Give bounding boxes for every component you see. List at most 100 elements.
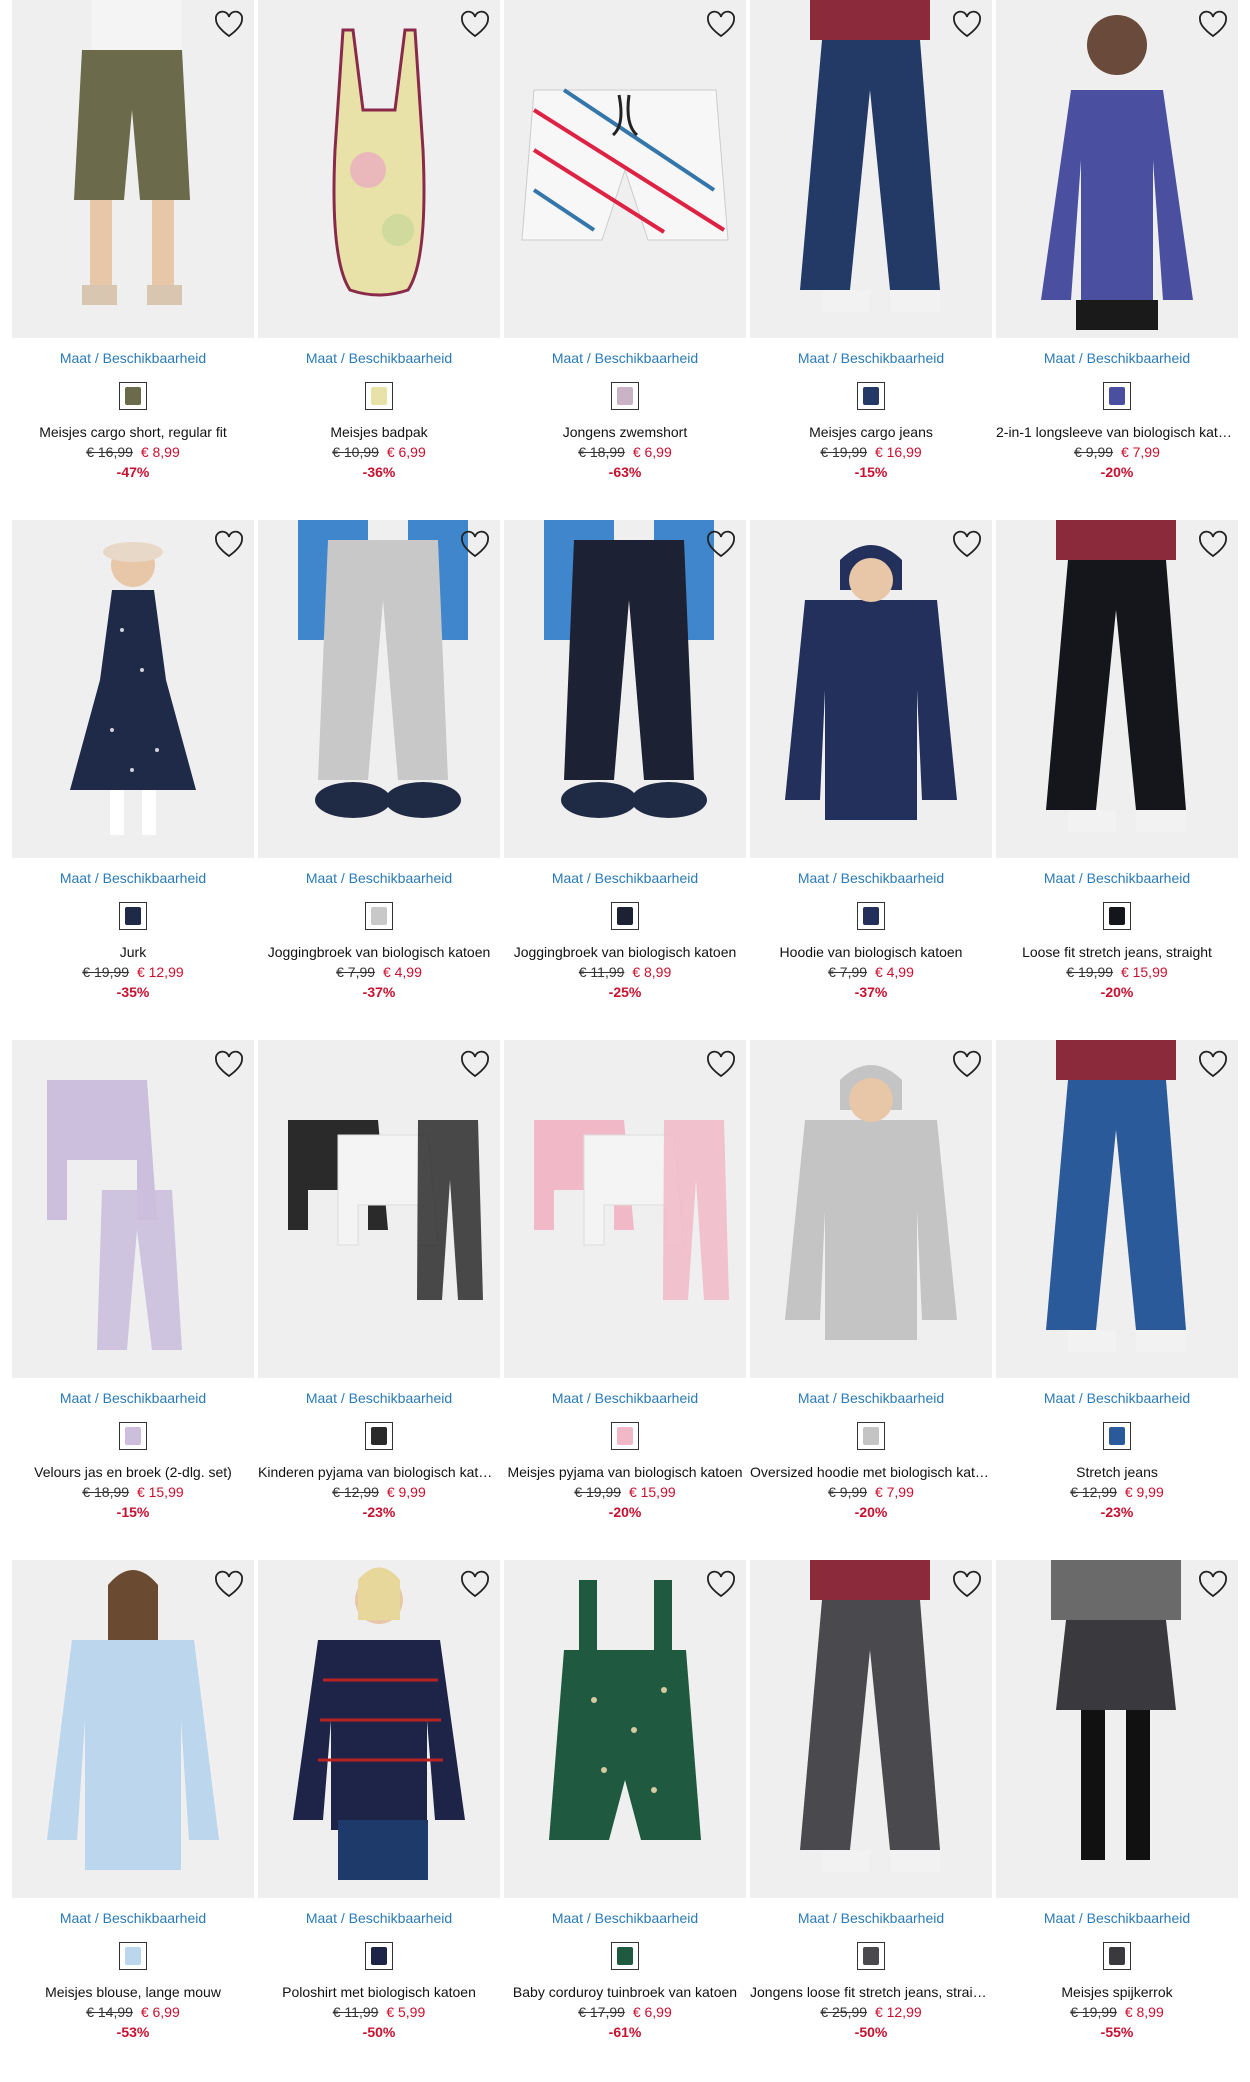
product-name[interactable]: Joggingbroek van biologisch katoen bbox=[258, 944, 500, 960]
size-availability-link[interactable]: Maat / Beschikbaarheid bbox=[258, 1910, 500, 1926]
size-availability-link[interactable]: Maat / Beschikbaarheid bbox=[996, 870, 1238, 886]
product-name[interactable]: Meisjes badpak bbox=[258, 424, 500, 440]
product-image[interactable] bbox=[12, 1560, 254, 1898]
product-image[interactable] bbox=[12, 1040, 254, 1378]
wishlist-heart-icon[interactable] bbox=[952, 10, 982, 40]
wishlist-heart-icon[interactable] bbox=[1198, 1050, 1228, 1080]
product-card[interactable]: Maat / Beschikbaarheid Meisjes pyjama va… bbox=[504, 1040, 746, 1520]
product-card[interactable]: Maat / Beschikbaarheid Jongens zwemshort… bbox=[504, 0, 746, 480]
color-swatch[interactable] bbox=[611, 902, 639, 930]
product-card[interactable]: Maat / Beschikbaarheid 2-in-1 longsleeve… bbox=[996, 0, 1238, 480]
wishlist-heart-icon[interactable] bbox=[706, 530, 736, 560]
product-card[interactable]: Maat / Beschikbaarheid Joggingbroek van … bbox=[504, 520, 746, 1000]
color-swatch[interactable] bbox=[857, 1942, 885, 1970]
product-card[interactable]: Maat / Beschikbaarheid Baby corduroy tui… bbox=[504, 1560, 746, 2040]
color-swatch[interactable] bbox=[1103, 1422, 1131, 1450]
size-availability-link[interactable]: Maat / Beschikbaarheid bbox=[504, 1390, 746, 1406]
product-image[interactable] bbox=[750, 1560, 992, 1898]
wishlist-heart-icon[interactable] bbox=[952, 1050, 982, 1080]
wishlist-heart-icon[interactable] bbox=[1198, 530, 1228, 560]
size-availability-link[interactable]: Maat / Beschikbaarheid bbox=[12, 1910, 254, 1926]
product-name[interactable]: 2-in-1 longsleeve van biologisch katoen bbox=[996, 424, 1238, 440]
wishlist-heart-icon[interactable] bbox=[214, 1050, 244, 1080]
product-name[interactable]: Baby corduroy tuinbroek van katoen bbox=[504, 1984, 746, 2000]
product-name[interactable]: Jongens loose fit stretch jeans, straigh… bbox=[750, 1984, 992, 2000]
wishlist-heart-icon[interactable] bbox=[460, 10, 490, 40]
product-name[interactable]: Stretch jeans bbox=[996, 1464, 1238, 1480]
color-swatch[interactable] bbox=[365, 382, 393, 410]
wishlist-heart-icon[interactable] bbox=[460, 1050, 490, 1080]
product-name[interactable]: Poloshirt met biologisch katoen bbox=[258, 1984, 500, 2000]
product-name[interactable]: Joggingbroek van biologisch katoen bbox=[504, 944, 746, 960]
size-availability-link[interactable]: Maat / Beschikbaarheid bbox=[258, 350, 500, 366]
product-image[interactable] bbox=[12, 520, 254, 858]
wishlist-heart-icon[interactable] bbox=[706, 10, 736, 40]
color-swatch[interactable] bbox=[365, 1422, 393, 1450]
product-name[interactable]: Meisjes blouse, lange mouw bbox=[12, 1984, 254, 2000]
product-name[interactable]: Meisjes spijkerrok bbox=[996, 1984, 1238, 2000]
color-swatch[interactable] bbox=[1103, 902, 1131, 930]
product-name[interactable]: Jurk bbox=[12, 944, 254, 960]
product-image[interactable] bbox=[996, 520, 1238, 858]
product-image[interactable] bbox=[12, 0, 254, 338]
size-availability-link[interactable]: Maat / Beschikbaarheid bbox=[750, 870, 992, 886]
size-availability-link[interactable]: Maat / Beschikbaarheid bbox=[996, 1390, 1238, 1406]
product-name[interactable]: Oversized hoodie met biologisch katoen bbox=[750, 1464, 992, 1480]
product-card[interactable]: Maat / Beschikbaarheid Meisjes spijkerro… bbox=[996, 1560, 1238, 2040]
product-card[interactable]: Maat / Beschikbaarheid Hoodie van biolog… bbox=[750, 520, 992, 1000]
wishlist-heart-icon[interactable] bbox=[952, 1570, 982, 1600]
wishlist-heart-icon[interactable] bbox=[706, 1570, 736, 1600]
product-card[interactable]: Maat / Beschikbaarheid Meisjes badpak € … bbox=[258, 0, 500, 480]
color-swatch[interactable] bbox=[857, 1422, 885, 1450]
product-image[interactable] bbox=[996, 1040, 1238, 1378]
wishlist-heart-icon[interactable] bbox=[214, 10, 244, 40]
size-availability-link[interactable]: Maat / Beschikbaarheid bbox=[750, 350, 992, 366]
product-image[interactable] bbox=[504, 1560, 746, 1898]
color-swatch[interactable] bbox=[119, 382, 147, 410]
product-name[interactable]: Kinderen pyjama van biologisch katoen bbox=[258, 1464, 500, 1480]
size-availability-link[interactable]: Maat / Beschikbaarheid bbox=[504, 350, 746, 366]
color-swatch[interactable] bbox=[119, 1422, 147, 1450]
color-swatch[interactable] bbox=[119, 902, 147, 930]
product-card[interactable]: Maat / Beschikbaarheid Stretch jeans € 1… bbox=[996, 1040, 1238, 1520]
size-availability-link[interactable]: Maat / Beschikbaarheid bbox=[258, 1390, 500, 1406]
product-card[interactable]: Maat / Beschikbaarheid Jurk € 19,99 € 12… bbox=[12, 520, 254, 1000]
color-swatch[interactable] bbox=[611, 1422, 639, 1450]
wishlist-heart-icon[interactable] bbox=[214, 530, 244, 560]
product-card[interactable]: Maat / Beschikbaarheid Poloshirt met bio… bbox=[258, 1560, 500, 2040]
size-availability-link[interactable]: Maat / Beschikbaarheid bbox=[12, 1390, 254, 1406]
product-image[interactable] bbox=[258, 0, 500, 338]
size-availability-link[interactable]: Maat / Beschikbaarheid bbox=[504, 870, 746, 886]
product-card[interactable]: Maat / Beschikbaarheid Velours jas en br… bbox=[12, 1040, 254, 1520]
product-image[interactable] bbox=[750, 0, 992, 338]
color-swatch[interactable] bbox=[1103, 1942, 1131, 1970]
product-image[interactable] bbox=[258, 1040, 500, 1378]
color-swatch[interactable] bbox=[365, 902, 393, 930]
color-swatch[interactable] bbox=[857, 382, 885, 410]
size-availability-link[interactable]: Maat / Beschikbaarheid bbox=[996, 1910, 1238, 1926]
wishlist-heart-icon[interactable] bbox=[460, 1570, 490, 1600]
product-image[interactable] bbox=[750, 1040, 992, 1378]
product-image[interactable] bbox=[504, 520, 746, 858]
color-swatch[interactable] bbox=[611, 382, 639, 410]
product-card[interactable]: Maat / Beschikbaarheid Meisjes cargo sho… bbox=[12, 0, 254, 480]
product-card[interactable]: Maat / Beschikbaarheid Meisjes blouse, l… bbox=[12, 1560, 254, 2040]
product-card[interactable]: Maat / Beschikbaarheid Oversized hoodie … bbox=[750, 1040, 992, 1520]
wishlist-heart-icon[interactable] bbox=[706, 1050, 736, 1080]
color-swatch[interactable] bbox=[857, 902, 885, 930]
size-availability-link[interactable]: Maat / Beschikbaarheid bbox=[12, 350, 254, 366]
product-name[interactable]: Meisjes cargo short, regular fit bbox=[12, 424, 254, 440]
product-card[interactable]: Maat / Beschikbaarheid Joggingbroek van … bbox=[258, 520, 500, 1000]
product-card[interactable]: Maat / Beschikbaarheid Kinderen pyjama v… bbox=[258, 1040, 500, 1520]
size-availability-link[interactable]: Maat / Beschikbaarheid bbox=[504, 1910, 746, 1926]
product-name[interactable]: Meisjes pyjama van biologisch katoen bbox=[504, 1464, 746, 1480]
color-swatch[interactable] bbox=[611, 1942, 639, 1970]
product-name[interactable]: Loose fit stretch jeans, straight bbox=[996, 944, 1238, 960]
product-card[interactable]: Maat / Beschikbaarheid Meisjes cargo jea… bbox=[750, 0, 992, 480]
wishlist-heart-icon[interactable] bbox=[214, 1570, 244, 1600]
color-swatch[interactable] bbox=[119, 1942, 147, 1970]
product-name[interactable]: Hoodie van biologisch katoen bbox=[750, 944, 992, 960]
product-image[interactable] bbox=[504, 1040, 746, 1378]
size-availability-link[interactable]: Maat / Beschikbaarheid bbox=[750, 1910, 992, 1926]
product-image[interactable] bbox=[996, 1560, 1238, 1898]
